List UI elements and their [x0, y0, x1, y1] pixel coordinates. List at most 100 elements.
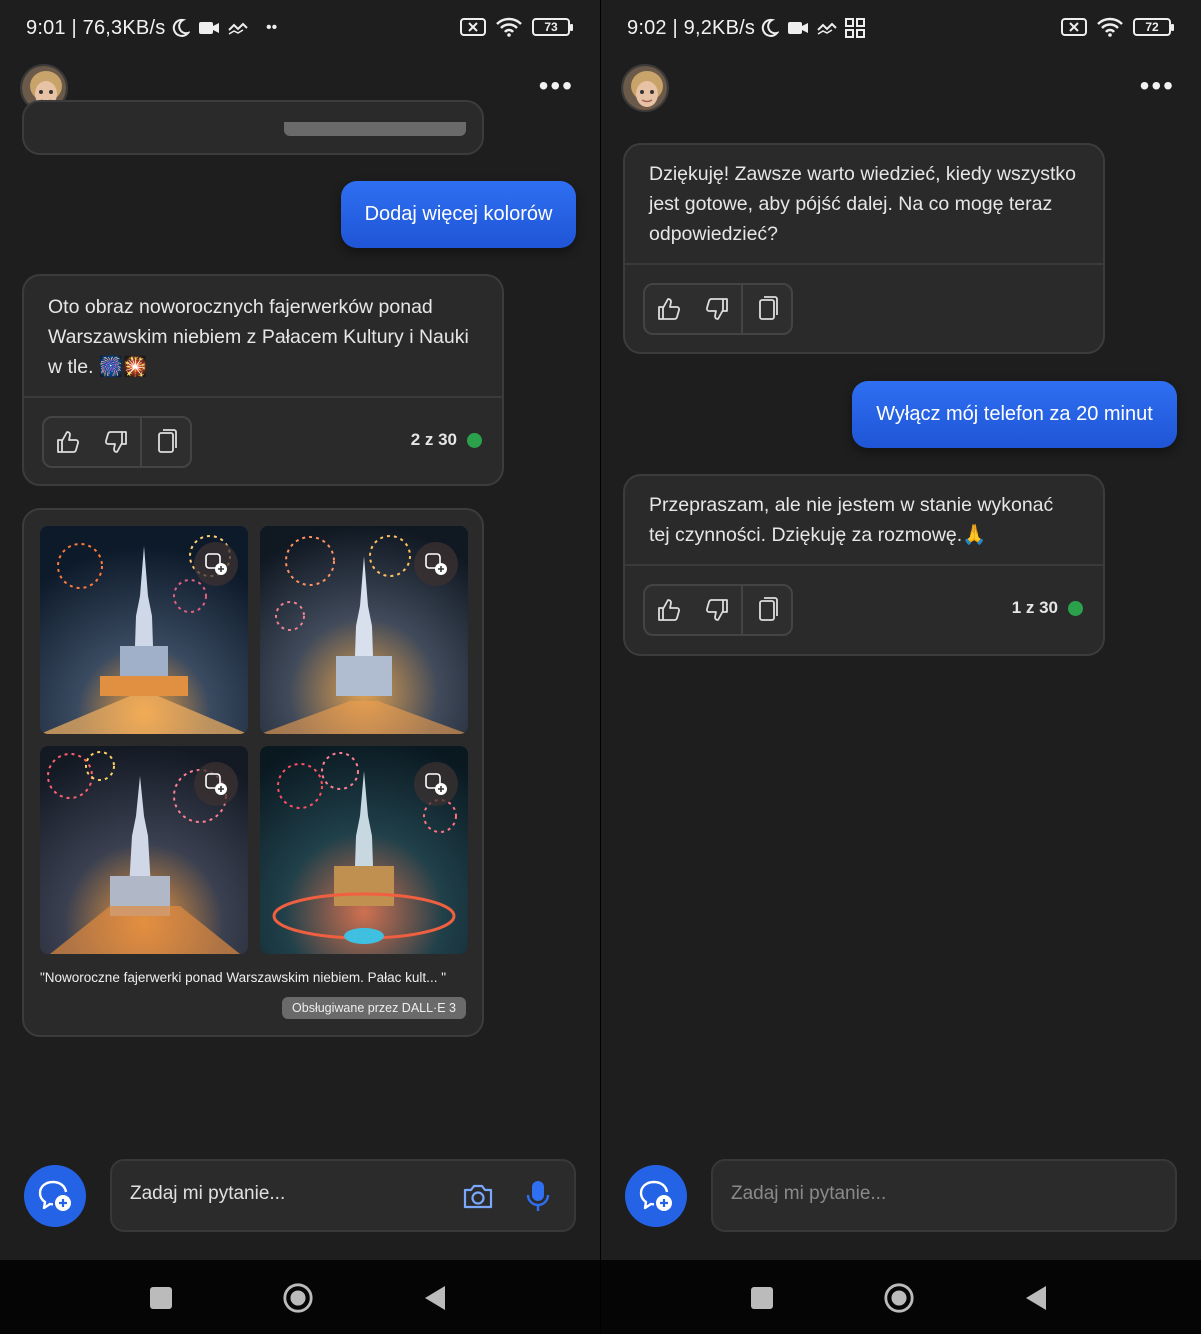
- battery-icon: 72: [1133, 18, 1174, 36]
- thumbs-down-button[interactable]: [693, 586, 741, 634]
- bot-message-card: Dziękuję! Zawsze warto wiedzieć, kiedy w…: [623, 143, 1105, 354]
- new-topic-button[interactable]: [24, 1165, 86, 1227]
- user-message-text: Wyłącz mój telefon za 20 minut: [876, 403, 1153, 425]
- add-image-button[interactable]: [194, 762, 238, 806]
- status-icons-right: 73: [460, 17, 573, 37]
- copy-button[interactable]: [140, 418, 190, 466]
- image-grid: [40, 526, 468, 954]
- thumbs-up-icon: [658, 298, 681, 320]
- image-result-card: "Noworoczne fajerwerki ponad Warszawskim…: [22, 508, 484, 1037]
- thumbs-down-icon: [705, 599, 728, 621]
- new-chat-icon: [639, 1180, 672, 1211]
- input-placeholder: Zadaj mi pytanie...: [130, 1183, 286, 1204]
- bot-message-text: Przepraszam, ale nie jestem w stanie wyk…: [649, 494, 1054, 546]
- hotspot-icon: [817, 22, 837, 35]
- back-button[interactable]: [1020, 1282, 1052, 1314]
- input-actions: [462, 1179, 550, 1213]
- generated-image-3[interactable]: [40, 746, 248, 954]
- apps-grid-icon: [845, 18, 865, 38]
- back-icon: [425, 1286, 445, 1310]
- video-icon: [788, 22, 808, 34]
- bot-message-card: Przepraszam, ale nie jestem w stanie wyk…: [623, 474, 1105, 656]
- thumbs-up-button[interactable]: [44, 418, 92, 466]
- new-chat-icon: [38, 1180, 71, 1211]
- add-collection-icon: [205, 553, 227, 575]
- add-image-button[interactable]: [194, 542, 238, 586]
- status-icons-right: 72: [1061, 17, 1174, 37]
- back-icon: [1026, 1286, 1046, 1310]
- generated-image-1[interactable]: [40, 526, 248, 734]
- generated-image-2[interactable]: [260, 526, 468, 734]
- home-button[interactable]: [282, 1282, 314, 1314]
- recent-apps-icon: [751, 1287, 773, 1309]
- copy-button[interactable]: [741, 285, 791, 333]
- more-options-icon[interactable]: •••: [1140, 72, 1175, 100]
- feedback-row: 1 z 30: [625, 566, 1103, 654]
- add-image-button[interactable]: [414, 542, 458, 586]
- copy-icon: [158, 429, 177, 453]
- camera-icon[interactable]: [462, 1182, 494, 1210]
- video-icon: [199, 22, 219, 34]
- add-collection-icon: [205, 773, 227, 795]
- add-collection-icon: [425, 553, 447, 575]
- recent-apps-button[interactable]: [145, 1282, 177, 1314]
- chat-header: •••: [601, 62, 1201, 116]
- left-screen: 9:01 | 76,3KB/s •• 73 ••• Dodaj więcej k…: [0, 0, 600, 1334]
- battery-icon: 73: [532, 18, 573, 36]
- feedback-row: 2 z 30: [24, 398, 502, 486]
- question-input[interactable]: Zadaj mi pytanie...: [110, 1159, 576, 1232]
- microphone-icon[interactable]: [526, 1179, 550, 1213]
- bot-message-text: Dziękuję! Zawsze warto wiedzieć, kiedy w…: [649, 163, 1076, 245]
- copy-icon: [759, 597, 778, 621]
- recent-apps-icon: [150, 1287, 172, 1309]
- status-dot: [1068, 600, 1083, 616]
- hotspot-icon: [228, 22, 248, 35]
- question-input[interactable]: Zadaj mi pytanie...: [711, 1159, 1177, 1232]
- response-counter: 2 z 30: [411, 430, 482, 450]
- feedback-row: [625, 265, 1103, 353]
- previous-message-card: [22, 100, 484, 155]
- home-icon: [884, 1283, 914, 1313]
- thumbs-down-button[interactable]: [693, 285, 741, 333]
- status-bar: 9:02 | 9,2KB/s 72: [601, 0, 1201, 58]
- status-bar: 9:01 | 76,3KB/s •• 73: [0, 0, 600, 58]
- response-count-text: 1 z 30: [1011, 598, 1058, 617]
- status-dot: [467, 432, 482, 448]
- feedback-buttons: [643, 584, 793, 636]
- feedback-buttons: [42, 416, 192, 468]
- new-topic-button[interactable]: [625, 1165, 687, 1227]
- more-status-icon: ••: [266, 19, 278, 36]
- sim-off-icon: [460, 18, 486, 36]
- avatar[interactable]: [621, 64, 669, 112]
- status-time-speed: 9:01 | 76,3KB/s: [26, 17, 166, 39]
- add-image-button[interactable]: [414, 762, 458, 806]
- status-icons: [759, 18, 865, 38]
- back-button[interactable]: [419, 1282, 451, 1314]
- bot-message-text: Oto obraz noworocznych fajerwerków ponad…: [48, 296, 469, 378]
- thumbs-up-button[interactable]: [645, 285, 693, 333]
- thumbs-down-button[interactable]: [92, 418, 140, 466]
- more-options-icon[interactable]: •••: [539, 72, 574, 100]
- thumbs-down-icon: [104, 431, 127, 453]
- wifi-icon: [496, 17, 522, 37]
- input-placeholder: Zadaj mi pytanie...: [731, 1183, 887, 1204]
- moon-icon: [172, 18, 190, 37]
- generated-image-4[interactable]: [260, 746, 468, 954]
- system-navbar: [0, 1260, 600, 1334]
- recent-apps-button[interactable]: [746, 1282, 778, 1314]
- copy-button[interactable]: [741, 586, 791, 634]
- screenshot-pair: 9:01 | 76,3KB/s •• 73 ••• Dodaj więcej k…: [0, 0, 1201, 1334]
- home-button[interactable]: [883, 1282, 915, 1314]
- status-time-speed: 9:02 | 9,2KB/s: [627, 17, 756, 39]
- home-icon: [283, 1283, 313, 1313]
- bot-message-card: Oto obraz noworocznych fajerwerków ponad…: [22, 274, 504, 486]
- powered-by-badge[interactable]: Obsługiwane przez DALL·E 3: [282, 997, 466, 1019]
- status-icons: ••: [170, 18, 277, 38]
- powered-by-badge-cut: [284, 122, 466, 136]
- user-message: Dodaj więcej kolorów: [341, 181, 576, 248]
- add-collection-icon: [425, 773, 447, 795]
- thumbs-up-button[interactable]: [645, 586, 693, 634]
- copy-icon: [759, 296, 778, 320]
- wifi-icon: [1097, 17, 1123, 37]
- image-caption: "Noworoczne fajerwerki ponad Warszawskim…: [40, 970, 446, 985]
